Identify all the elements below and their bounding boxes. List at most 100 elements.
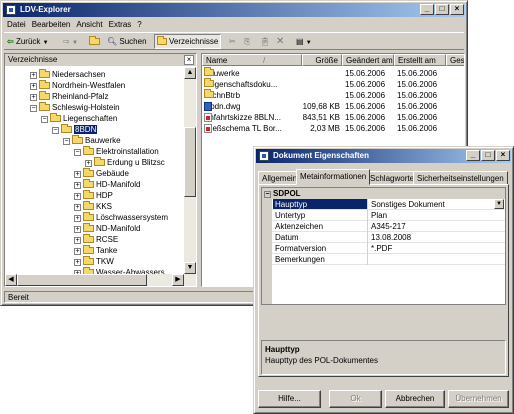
collapse-icon[interactable]: − <box>63 138 70 145</box>
expand-icon[interactable]: + <box>74 259 81 266</box>
collapse-icon[interactable]: − <box>30 105 37 112</box>
file-row[interactable]: Liegenschaftsdoku... 15.06.2006 15.06.2006 <box>202 78 464 90</box>
folder-up-icon[interactable] <box>89 35 102 49</box>
expand-icon[interactable]: + <box>74 171 81 178</box>
column-name[interactable]: Name / <box>202 54 302 66</box>
tree-item[interactable]: + HD-Manifold <box>74 179 140 190</box>
dialog-close-button[interactable]: × <box>496 150 510 161</box>
ok-button[interactable]: Ok <box>329 390 382 408</box>
tree-item[interactable]: + Niedersachsen <box>30 69 105 80</box>
menu-extras[interactable]: Extras <box>106 18 135 31</box>
tree-item[interactable]: + Löschwassersystem <box>74 212 168 223</box>
tree-item[interactable]: + Tanke <box>74 245 117 256</box>
property-group[interactable]: − SDPOL <box>262 188 505 199</box>
column-extra[interactable]: Ges <box>446 54 464 66</box>
tab-schlagworte[interactable]: Schlagworte <box>366 171 419 185</box>
tree-vertical-scrollbar[interactable]: ▲ ▼ <box>184 67 196 274</box>
tree-scroll-up[interactable]: ▲ <box>184 67 196 79</box>
dialog-maximize-button[interactable]: □ <box>481 150 495 161</box>
tab-allgemein[interactable]: Allgemein <box>258 171 302 185</box>
expand-icon[interactable]: + <box>74 215 81 222</box>
tree-item[interactable]: − 8BDN <box>52 124 98 135</box>
tree-item[interactable]: − Liegenschaften <box>41 113 117 124</box>
tree-item[interactable]: + Nordrhein-Westfalen <box>30 80 125 91</box>
property-value[interactable]: 13.08.2008 <box>369 232 411 243</box>
dropdown-arrow-icon[interactable]: ▼ <box>494 199 504 209</box>
property-value[interactable]: Sonstiges Dokument <box>369 199 445 210</box>
maximize-button[interactable]: □ <box>435 4 449 15</box>
expand-icon[interactable]: + <box>74 237 81 244</box>
tree-item[interactable]: + TKW <box>74 256 114 267</box>
forward-button[interactable]: ⇨ ▼ <box>63 35 78 49</box>
folders-toggle-button[interactable]: Verzeichnisse <box>154 34 222 49</box>
apply-button[interactable]: Übernehmen <box>448 390 509 408</box>
menu-bearbeiten[interactable]: Bearbeiten <box>29 18 74 31</box>
tree-item[interactable]: + Rheinland-Pfalz <box>30 91 108 102</box>
expand-icon[interactable]: + <box>30 72 37 79</box>
paste-icon[interactable]: 📋︎ <box>260 35 270 49</box>
delete-icon[interactable]: ✕ <box>276 35 284 49</box>
property-row[interactable]: Untertyp Plan <box>262 210 505 221</box>
tree-horizontal-scrollbar[interactable]: ◀ ▶ <box>5 274 196 286</box>
tree-item[interactable]: − Schleswig-Holstein <box>30 102 120 113</box>
close-button[interactable]: × <box>450 4 464 15</box>
collapse-icon[interactable]: − <box>74 149 81 156</box>
expand-icon[interactable]: + <box>74 204 81 211</box>
column-modified[interactable]: Geändert am <box>342 54 394 66</box>
group-collapse-icon[interactable]: − <box>264 191 271 198</box>
tree-scroll-thumb[interactable] <box>184 127 196 197</box>
minimize-button[interactable]: _ <box>420 4 434 15</box>
tree-scroll-right[interactable]: ▶ <box>172 274 184 286</box>
search-button[interactable]: 🔍︎ Suchen <box>107 35 147 49</box>
collapse-icon[interactable]: − <box>41 116 48 123</box>
property-value[interactable]: A345-217 <box>369 221 406 232</box>
file-row[interactable]: 8lbdn.dwg 109,68 KB 15.06.2006 15.06.2006 <box>202 102 464 112</box>
menu-datei[interactable]: Datei <box>4 18 29 31</box>
tree-scroll-down[interactable]: ▼ <box>184 262 196 274</box>
menu-help[interactable]: ? <box>134 18 144 31</box>
expand-icon[interactable]: + <box>74 226 81 233</box>
column-created[interactable]: Erstellt am <box>394 54 446 66</box>
tree-item[interactable]: + Gebäude <box>74 168 129 179</box>
back-dropdown-icon[interactable]: ▼ <box>43 40 49 46</box>
column-size[interactable]: Größe <box>302 54 342 66</box>
dialog-minimize-button[interactable]: _ <box>466 150 480 161</box>
property-row[interactable]: Haupttyp Sonstiges Dokument ▼ <box>262 199 505 210</box>
file-row[interactable]: Anfahrtskizze 8BLN... 843,51 KB 15.06.2006… <box>202 113 464 123</box>
file-row[interactable]: Bauwerke 15.06.2006 15.06.2006 <box>202 67 464 79</box>
tab-metainformationen[interactable]: Metainformationen <box>296 169 371 185</box>
tree-scroll-left[interactable]: ◀ <box>5 274 17 286</box>
property-row[interactable]: Bemerkungen <box>262 254 505 265</box>
property-row[interactable]: Aktenzeichen A345-217 <box>262 221 505 232</box>
help-button[interactable]: Hilfe... <box>258 390 321 408</box>
collapse-icon[interactable]: − <box>52 127 59 134</box>
tree-item[interactable]: − Elektroinstallation <box>74 146 159 157</box>
explorer-titlebar[interactable]: LDV-Explorer <box>3 3 465 17</box>
property-row[interactable]: Formatversion *.PDF <box>262 243 505 254</box>
expand-icon[interactable]: + <box>85 160 92 167</box>
tree-item[interactable]: − Bauwerke <box>63 135 121 146</box>
property-value[interactable]: Plan <box>369 210 387 221</box>
tree-item[interactable]: + Erdung u Blitzsc <box>85 157 165 168</box>
back-button[interactable]: ⇦ Zurück ▼ <box>7 35 49 49</box>
cancel-button[interactable]: Abbrechen <box>385 390 445 408</box>
tree-item[interactable]: + KKS <box>74 201 112 212</box>
tree-item[interactable]: + HDP <box>74 190 113 201</box>
property-value[interactable]: *.PDF <box>369 243 392 254</box>
expand-icon[interactable]: + <box>74 248 81 255</box>
expand-icon[interactable]: + <box>30 83 37 90</box>
cut-icon[interactable]: ✂ <box>229 35 236 49</box>
property-row[interactable]: Datum 13.08.2008 <box>262 232 505 243</box>
file-row[interactable]: TechnBtrb 15.06.2006 15.06.2006 <box>202 89 464 101</box>
tree-pane-close-icon[interactable]: × <box>184 55 194 65</box>
tab-sicherheitseinstellungen[interactable]: Sicherheitseinstellungen <box>413 171 508 185</box>
file-row[interactable]: Fließschema TL Bor... 2,03 MB 15.06.2006 15… <box>202 124 464 134</box>
expand-icon[interactable]: + <box>74 182 81 189</box>
menu-ansicht[interactable]: Ansicht <box>73 18 105 31</box>
tree-item[interactable]: + RCSE <box>74 234 118 245</box>
expand-icon[interactable]: + <box>30 94 37 101</box>
views-icon[interactable]: ▤ ▼ <box>296 35 312 49</box>
tree-hscroll-thumb[interactable] <box>17 274 147 286</box>
copy-icon[interactable]: ⎘ <box>244 35 250 49</box>
expand-icon[interactable]: + <box>74 193 81 200</box>
